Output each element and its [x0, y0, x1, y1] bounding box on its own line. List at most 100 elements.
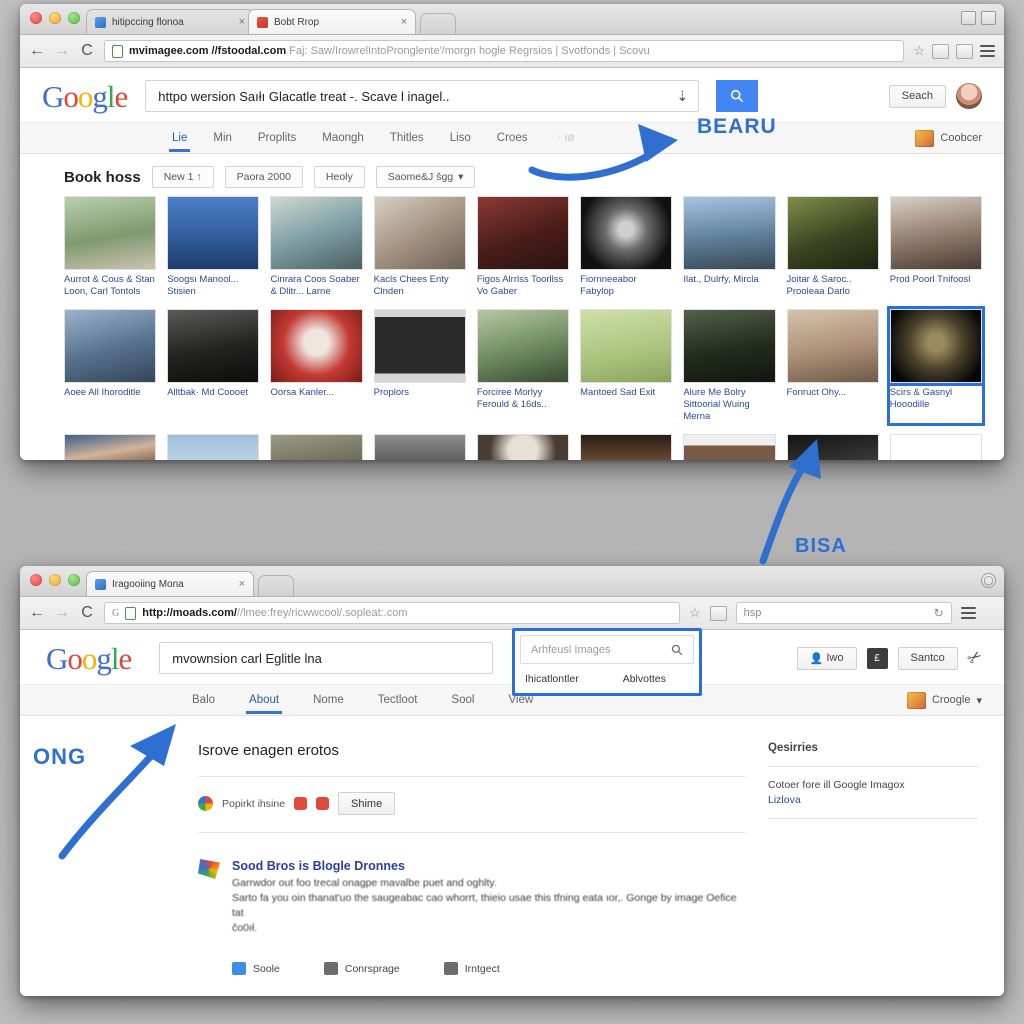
sidebar-link[interactable]: Lizlova [768, 794, 978, 806]
bookmark-star-icon[interactable]: ☆ [689, 605, 701, 621]
image-result-cell[interactable] [167, 434, 260, 460]
reload-button[interactable]: C [79, 43, 95, 59]
nav-item-4[interactable]: Thitles [390, 125, 424, 152]
result-chips[interactable]: Soole Conrsprage Irntgect [232, 962, 746, 975]
image-result-cell[interactable]: Oorsa Kanler... [270, 309, 363, 423]
minimize-icon[interactable] [981, 11, 996, 25]
google-search-field[interactable]: httpo wersion Saıłı Glacatle treat -. Sc… [145, 80, 700, 112]
window-controls-right-bottom[interactable]: ◯ [981, 573, 996, 588]
download-icon[interactable]: ⇣ [667, 88, 699, 105]
browser-tab-1[interactable]: hitipccing flonoa × [86, 9, 254, 34]
image-thumbnail[interactable] [373, 196, 466, 270]
apps-icon[interactable] [906, 691, 926, 709]
nav-right-top[interactable]: Coobcer [915, 129, 982, 147]
image-result-cell[interactable] [270, 434, 363, 460]
account-button[interactable]: 👤 Iwo [796, 646, 857, 670]
browser-menu-icon[interactable] [960, 607, 976, 619]
close-window-button[interactable] [30, 574, 42, 586]
omnibox-actions[interactable]: ☆ [913, 43, 995, 59]
image-result-cell[interactable]: Aoee All Ihoroditle [64, 309, 157, 423]
tab-close-icon[interactable]: × [239, 16, 245, 28]
image-caption[interactable]: Figos Alrrlss Toorllss Vo Gaber [477, 274, 569, 298]
image-caption[interactable]: Proplors [374, 387, 466, 399]
image-result-cell[interactable] [889, 434, 982, 460]
google-search-field[interactable]: mvownsion carl Eglitle lna [159, 642, 494, 674]
minimize-window-button[interactable] [49, 12, 61, 24]
image-result-cell[interactable] [373, 434, 466, 460]
image-caption[interactable]: Oorsa Kanler... [270, 387, 362, 399]
image-caption[interactable]: Cinrara Coos Soaber & Dlitr... Larne [270, 274, 362, 298]
refresh-icon[interactable]: ↻ [934, 606, 944, 620]
forward-button[interactable]: → [54, 43, 70, 59]
filter-button-2[interactable]: Heoly [313, 166, 365, 188]
image-thumbnail[interactable] [64, 434, 157, 460]
nav-item-0[interactable]: Balo [192, 687, 215, 714]
header-right-bottom[interactable]: 👤 Iwo £ Santco ✂ [796, 646, 986, 670]
image-thumbnail[interactable] [64, 196, 157, 270]
image-thumbnail[interactable] [683, 196, 776, 270]
image-result-cell[interactable]: Cinrara Coos Soaber & Dlitr... Larne [270, 196, 363, 298]
browser-tab-2[interactable]: Bobt Rrop × [248, 9, 416, 34]
forward-button[interactable]: → [54, 605, 70, 621]
reload-button[interactable]: C [79, 605, 95, 621]
image-thumbnail[interactable] [786, 196, 879, 270]
window-controls-right[interactable] [961, 11, 996, 25]
browser-window-top[interactable]: hitipccing flonoa × Bobt Rrop × ← → C mv… [20, 4, 1004, 460]
nav-item-1[interactable]: Min [213, 125, 232, 152]
highlight-links[interactable]: Ihicatlontler Ablvottes [515, 664, 699, 685]
browser-menu-icon[interactable] [980, 45, 995, 57]
extension-icon-2[interactable] [956, 43, 973, 59]
image-result-cell[interactable]: Soogsı Manool... Stisien [167, 196, 260, 298]
titlebar-bottom[interactable]: Iragooiing Mona × ◯ [20, 566, 1004, 597]
image-caption[interactable]: Alure Me Bolry Sittoorial Wuing Merna [683, 387, 775, 423]
share-row[interactable]: Popirkt ihsine Shime [198, 792, 746, 815]
chevron-down-icon[interactable]: ▾ [976, 694, 982, 707]
google-logo[interactable]: Google [42, 81, 128, 112]
chip-1[interactable]: Conrsprage [323, 962, 400, 975]
image-grid-row-2[interactable]: Aoee All Ihoroditle Alltbak· Md Coooet Oor… [64, 306, 985, 423]
signin-button[interactable]: Seach [888, 84, 946, 108]
image-thumbnail[interactable] [889, 196, 982, 270]
nav-item-0[interactable]: Lie [168, 125, 191, 152]
wrench-icon[interactable]: ✂ [963, 646, 986, 671]
image-result-cell[interactable] [476, 434, 570, 460]
settings-button[interactable]: Santco [897, 646, 958, 670]
maximize-window-button[interactable] [68, 574, 80, 586]
image-caption[interactable]: Ilat., Dulrfy, Mircla [683, 274, 775, 286]
address-bar[interactable]: G http://moads.com///lmee:frey/ricwwcool… [104, 602, 680, 624]
image-thumbnail[interactable] [270, 196, 363, 270]
badge-icon-1[interactable] [294, 797, 308, 810]
search-result-item[interactable]: Sood Bros is Blogle Dronnes Garrwdor out… [198, 859, 746, 996]
image-result-cell[interactable]: Ilat., Dulrfy, Mircla [683, 196, 776, 298]
image-result-cell[interactable]: Joitar & Saroc.. Prooleaa Darlo [786, 196, 879, 298]
image-caption[interactable]: Alltbak· Md Coooet [167, 387, 259, 399]
apps-icon[interactable] [915, 129, 935, 147]
nav-items[interactable]: Lie Min Proplits Maongh Thitles Liso Cro… [168, 125, 575, 152]
image-caption[interactable]: Kacls Chees Enty Clnden [374, 274, 466, 298]
filter-button-0[interactable]: New 1 ↑ [151, 166, 214, 188]
search-submit-button[interactable] [716, 80, 759, 112]
image-caption[interactable]: Soogsı Manool... Stisien [167, 274, 259, 298]
window-traffic-lights-bottom[interactable] [30, 574, 80, 586]
nav-item-1[interactable]: About [246, 687, 283, 714]
image-caption[interactable]: Prod Poorl Tnifoosl [890, 274, 982, 286]
omnibox-search-field[interactable]: hsp ↻ [735, 602, 952, 624]
google-nav-top[interactable]: Lie Min Proplits Maongh Thitles Liso Cro… [20, 122, 1004, 154]
image-thumbnail[interactable] [580, 309, 673, 383]
image-caption[interactable]: Aurrot & Cous & Stan Loon, Carl Tontols [64, 274, 156, 298]
image-result-cell[interactable]: Alltbak· Md Coooet [167, 309, 260, 423]
tab-strip-top[interactable]: hitipccing flonoa × Bobt Rrop × [86, 4, 456, 34]
nav-items[interactable]: Balo About Nome Tectloot Sool View [192, 687, 533, 714]
results-toolbar[interactable]: Book hoss New 1 ↑ Paora 2000 Heoly Saome… [20, 154, 1004, 196]
browser-tab-1[interactable]: Iragooiing Mona × [86, 571, 254, 596]
image-thumbnail[interactable] [786, 309, 879, 383]
nav-right-bottom[interactable]: Croogle ▾ [906, 691, 982, 709]
image-thumbnail[interactable] [476, 309, 570, 383]
image-result-cell[interactable]: Kacls Chees Enty Clnden [373, 196, 466, 298]
header-right-top[interactable]: Seach [888, 83, 982, 109]
new-tab-button[interactable] [258, 575, 294, 596]
new-tab-button[interactable] [420, 13, 456, 34]
image-thumbnail[interactable] [167, 434, 260, 460]
restore-icon[interactable] [961, 11, 976, 25]
result-title[interactable]: Sood Bros is Blogle Dronnes [232, 859, 746, 873]
